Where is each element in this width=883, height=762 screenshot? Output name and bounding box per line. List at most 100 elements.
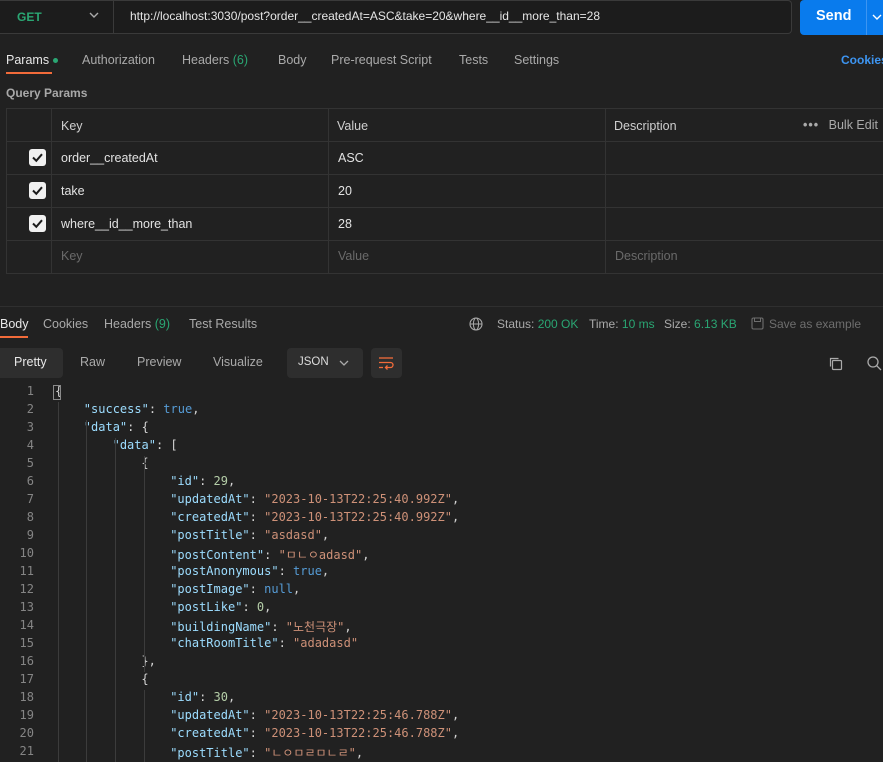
- tab-headers-label: Headers: [182, 53, 230, 67]
- tab-params-label: Params: [6, 53, 50, 67]
- code-line: "postLike": 0,: [170, 600, 272, 614]
- check-icon: [32, 153, 43, 163]
- query-params-title: Query Params: [6, 86, 88, 100]
- view-preview-label: Preview: [137, 355, 182, 369]
- code-line: "postImage": null,: [170, 582, 301, 596]
- tab-tests[interactable]: Tests: [459, 53, 488, 67]
- chevron-down-icon: [89, 12, 99, 18]
- tab-settings[interactable]: Settings: [514, 53, 559, 67]
- param-checkbox[interactable]: [29, 182, 46, 199]
- save-as-example-button[interactable]: Save as example: [751, 317, 861, 331]
- param-value[interactable]: ASC: [338, 151, 364, 165]
- response-tab-headers[interactable]: Headers (9): [104, 317, 170, 331]
- tab-headers[interactable]: Headers (6): [182, 53, 248, 67]
- bulk-edit-button[interactable]: ••• Bulk Edit: [803, 118, 878, 132]
- param-key[interactable]: where__id__more_than: [61, 217, 192, 231]
- code-line: "postContent": "ㅁㄴㅇadasd",: [170, 548, 370, 562]
- line-number: 5: [26, 456, 34, 470]
- bracket-match-highlight: [53, 385, 61, 400]
- view-pretty-button[interactable]: Pretty: [0, 348, 63, 378]
- code-line: "id": 30,: [170, 690, 236, 704]
- table-divider: [6, 141, 883, 142]
- new-param-description-input[interactable]: Description: [615, 249, 678, 263]
- indent-guide: [144, 690, 145, 762]
- method-select[interactable]: GET: [0, 0, 114, 34]
- bulk-edit-label: Bulk Edit: [828, 118, 878, 132]
- pane-divider[interactable]: [0, 306, 883, 307]
- code-line: "postTitle": "asdasd",: [170, 528, 330, 542]
- format-select[interactable]: JSON: [287, 348, 363, 378]
- line-number: 7: [26, 492, 34, 506]
- save-as-example-label: Save as example: [769, 317, 862, 331]
- line-number: 3: [26, 420, 34, 434]
- code-line: "id": 29,: [170, 474, 236, 488]
- save-icon: [751, 317, 764, 330]
- indent-guide: [86, 420, 87, 762]
- param-value[interactable]: 20: [338, 184, 352, 198]
- param-value[interactable]: 28: [338, 217, 352, 231]
- response-headers-count: (9): [154, 317, 171, 331]
- response-tab-body[interactable]: Body: [0, 317, 29, 331]
- new-param-value-input[interactable]: Value: [338, 249, 369, 263]
- param-checkbox[interactable]: [29, 215, 46, 232]
- params-table: [6, 108, 883, 274]
- size-value: 6.13 KB: [694, 317, 737, 331]
- code-line: {: [141, 672, 149, 686]
- code-line: "postAnonymous": true,: [170, 564, 330, 578]
- globe-icon[interactable]: [469, 317, 483, 331]
- line-number: 8: [26, 510, 34, 524]
- chevron-down-icon[interactable]: [872, 12, 882, 22]
- status-value: 200 OK: [537, 317, 579, 331]
- response-body-editor[interactable]: 1 {2 "success": true, 3 "data": {4 "data": [5…: [0, 382, 883, 762]
- send-button[interactable]: Send: [800, 0, 883, 35]
- response-status[interactable]: Status: 200 OK: [497, 317, 578, 331]
- line-number: 19: [19, 708, 34, 722]
- code-line: "data": {: [83, 420, 149, 434]
- check-icon: [32, 186, 43, 196]
- new-param-key-input[interactable]: Key: [61, 249, 83, 263]
- tab-pre-request-script[interactable]: Pre-request Script: [331, 53, 432, 67]
- tab-body[interactable]: Body: [278, 53, 307, 67]
- response-tab-cookies[interactable]: Cookies: [43, 317, 88, 331]
- method-label: GET: [17, 10, 42, 24]
- param-key[interactable]: take: [61, 184, 85, 198]
- line-number: 13: [19, 600, 34, 614]
- wrap-lines-button[interactable]: [371, 348, 402, 378]
- view-visualize-label: Visualize: [213, 355, 263, 369]
- chevron-down-icon: [339, 360, 349, 366]
- indent-guide: [144, 456, 145, 672]
- table-column-divider: [328, 108, 329, 274]
- param-checkbox[interactable]: [29, 149, 46, 166]
- line-number: 6: [26, 474, 34, 488]
- param-key[interactable]: order__createdAt: [61, 151, 158, 165]
- tab-authorization[interactable]: Authorization: [82, 53, 155, 67]
- time-value: 10 ms: [621, 317, 655, 331]
- search-icon[interactable]: [866, 355, 883, 372]
- table-column-divider: [605, 108, 606, 274]
- active-tab-indicator: [6, 72, 52, 74]
- response-time[interactable]: Time: 10 ms: [589, 317, 655, 331]
- code-line: "createdAt": "2023-10-13T22:25:40.992Z",: [170, 510, 460, 524]
- copy-icon[interactable]: [828, 356, 844, 372]
- tab-params[interactable]: Params: [6, 53, 59, 67]
- cookies-link[interactable]: Cookies: [841, 53, 883, 67]
- line-number: 4: [26, 438, 34, 452]
- response-tab-test-results[interactable]: Test Results: [189, 317, 257, 331]
- code-line: "updatedAt": "2023-10-13T22:25:40.992Z",: [170, 492, 460, 506]
- response-size[interactable]: Size: 6.13 KB: [664, 317, 737, 331]
- line-number: 18: [19, 690, 34, 704]
- size-label: Size:: [664, 317, 691, 331]
- format-label: JSON: [298, 356, 329, 368]
- code-line: "success": true,: [83, 402, 200, 416]
- url-input[interactable]: http://localhost:3030/post?order__create…: [130, 9, 600, 23]
- line-number: 14: [19, 618, 34, 632]
- line-number: 20: [19, 726, 34, 740]
- table-column-divider: [51, 108, 52, 274]
- code-line: "createdAt": "2023-10-13T22:25:46.788Z",: [170, 726, 460, 740]
- line-number: 11: [19, 564, 34, 578]
- more-icon: •••: [803, 118, 820, 132]
- line-number: 16: [19, 654, 34, 668]
- check-icon: [32, 219, 43, 229]
- line-number: 17: [19, 672, 34, 686]
- column-header-key: Key: [61, 119, 83, 133]
